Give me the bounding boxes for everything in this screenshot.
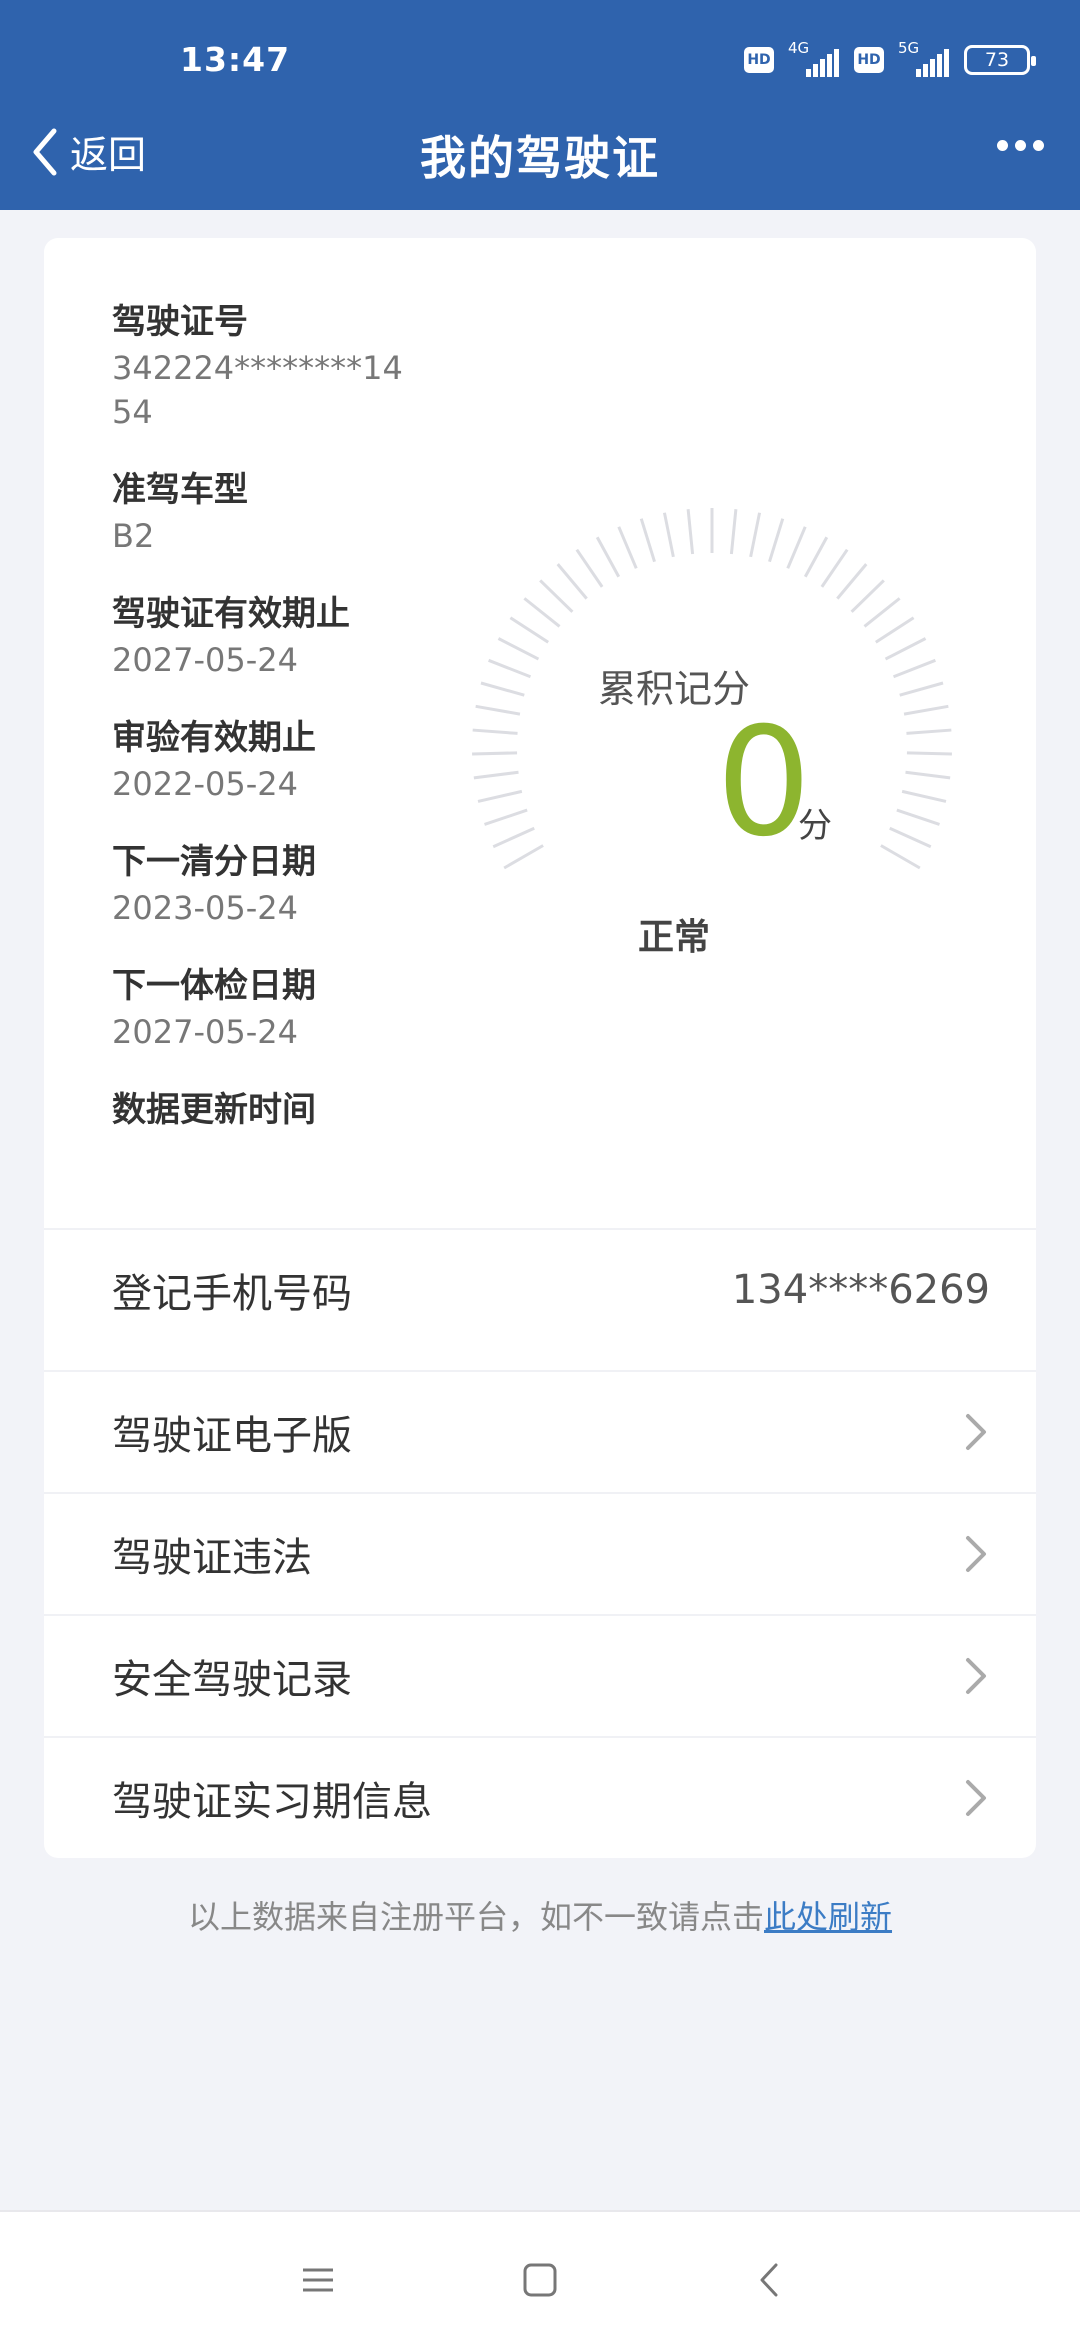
- gauge-tick: [863, 597, 901, 628]
- gauge-tick: [896, 808, 940, 826]
- signal-4g-icon: 4G: [788, 39, 840, 77]
- gauge-tick: [477, 789, 523, 803]
- gauge-tick: [786, 526, 807, 569]
- gauge-tick: [901, 789, 947, 803]
- back-nav-icon[interactable]: [752, 2262, 788, 2298]
- refresh-link[interactable]: 此处刷新: [764, 1898, 892, 1936]
- menu-item-probation-info[interactable]: 驾驶证实习期信息: [44, 1736, 1036, 1858]
- data-source-note: 以上数据来自注册平台，如不一致请点击此处刷新: [0, 1892, 1080, 1938]
- menu-item-label: 安全驾驶记录: [112, 1657, 352, 1703]
- gauge-tick: [523, 597, 561, 628]
- gauge-tick: [556, 563, 588, 600]
- gauge-tick: [497, 637, 540, 661]
- gauge-title: 累积记分: [597, 667, 750, 711]
- status-icons: HD 4G HD 5G 73: [744, 39, 1036, 80]
- score-gauge: 累积记分 0 分 正常: [44, 238, 1036, 1138]
- gauge-tick: [850, 579, 885, 613]
- gauge-tick: [820, 548, 849, 588]
- gauge-tick: [509, 616, 550, 644]
- gauge-tick: [889, 826, 932, 849]
- menu-item-label: 驾驶证电子版: [112, 1413, 352, 1459]
- hd-badge-2: HD: [854, 47, 884, 73]
- system-nav-bar: [0, 2210, 1080, 2340]
- gauge-tick: [575, 548, 604, 588]
- menu-item-e-license[interactable]: 驾驶证电子版: [44, 1370, 1036, 1492]
- chevron-right-icon: [966, 1536, 986, 1572]
- phone-label: 登记手机号码: [112, 1271, 352, 1317]
- gauge-tick: [492, 826, 535, 849]
- gauge-tick: [473, 770, 519, 780]
- gauge-tick: [905, 770, 951, 780]
- gauge-tick: [662, 512, 675, 558]
- chevron-right-icon: [966, 1414, 986, 1450]
- gauge-tick: [729, 509, 738, 555]
- app-header: 13:47 HD 4G HD 5G 73 返回 我的驾驶证: [0, 0, 1080, 210]
- menu-item-label: 驾驶证实习期信息: [112, 1779, 432, 1825]
- gauge-tick: [768, 518, 785, 563]
- gauge-tick: [906, 751, 952, 756]
- gauge-tick: [884, 637, 927, 661]
- license-card: 驾驶证号 342224********1454 准驾车型 B2 驾驶证有效期止 …: [44, 238, 1036, 1858]
- gauge-tick: [472, 751, 518, 756]
- gauge-tick: [749, 512, 762, 558]
- chevron-right-icon: [966, 1780, 986, 1816]
- data-source-text: 以上数据来自注册平台，如不一致请点击: [187, 1898, 764, 1936]
- chevron-right-icon: [966, 1658, 986, 1694]
- home-icon[interactable]: [522, 2262, 558, 2298]
- gauge-tick: [539, 579, 574, 613]
- phone-row: 登记手机号码 134****6269: [44, 1228, 1036, 1350]
- gauge-tick: [803, 536, 829, 578]
- gauge-status: 正常: [637, 917, 710, 958]
- gauge-tick: [686, 509, 695, 555]
- menu-item-safe-driving[interactable]: 安全驾驶记录: [44, 1614, 1036, 1736]
- gauge-tick: [899, 681, 944, 697]
- menu-item-label: 驾驶证违法: [112, 1535, 312, 1581]
- gauge-tick: [874, 616, 915, 644]
- gauge-tick: [503, 844, 544, 870]
- gauge-tick: [880, 844, 921, 870]
- menu-icon[interactable]: [300, 2262, 336, 2298]
- signal-5g-icon: 5G: [898, 39, 950, 77]
- gauge-tick: [903, 704, 949, 716]
- gauge-tick: [639, 518, 656, 563]
- gauge-tick: [836, 563, 868, 600]
- hd-badge: HD: [744, 47, 774, 73]
- gauge-tick: [484, 808, 528, 826]
- gauge-tick: [906, 728, 952, 735]
- page-title: 我的驾驶证: [420, 131, 660, 185]
- more-dots-icon[interactable]: [997, 140, 1044, 151]
- gauge-tick: [595, 536, 621, 578]
- battery-icon: 73: [964, 45, 1036, 75]
- gauge-tick: [617, 526, 638, 569]
- gauge-unit: 分: [798, 806, 832, 846]
- status-time: 13:47: [180, 40, 291, 79]
- phone-value: 134****6269: [731, 1267, 990, 1313]
- menu-item-violations[interactable]: 驾驶证违法: [44, 1492, 1036, 1614]
- gauge-tick: [472, 728, 518, 735]
- gauge-tick: [892, 658, 936, 679]
